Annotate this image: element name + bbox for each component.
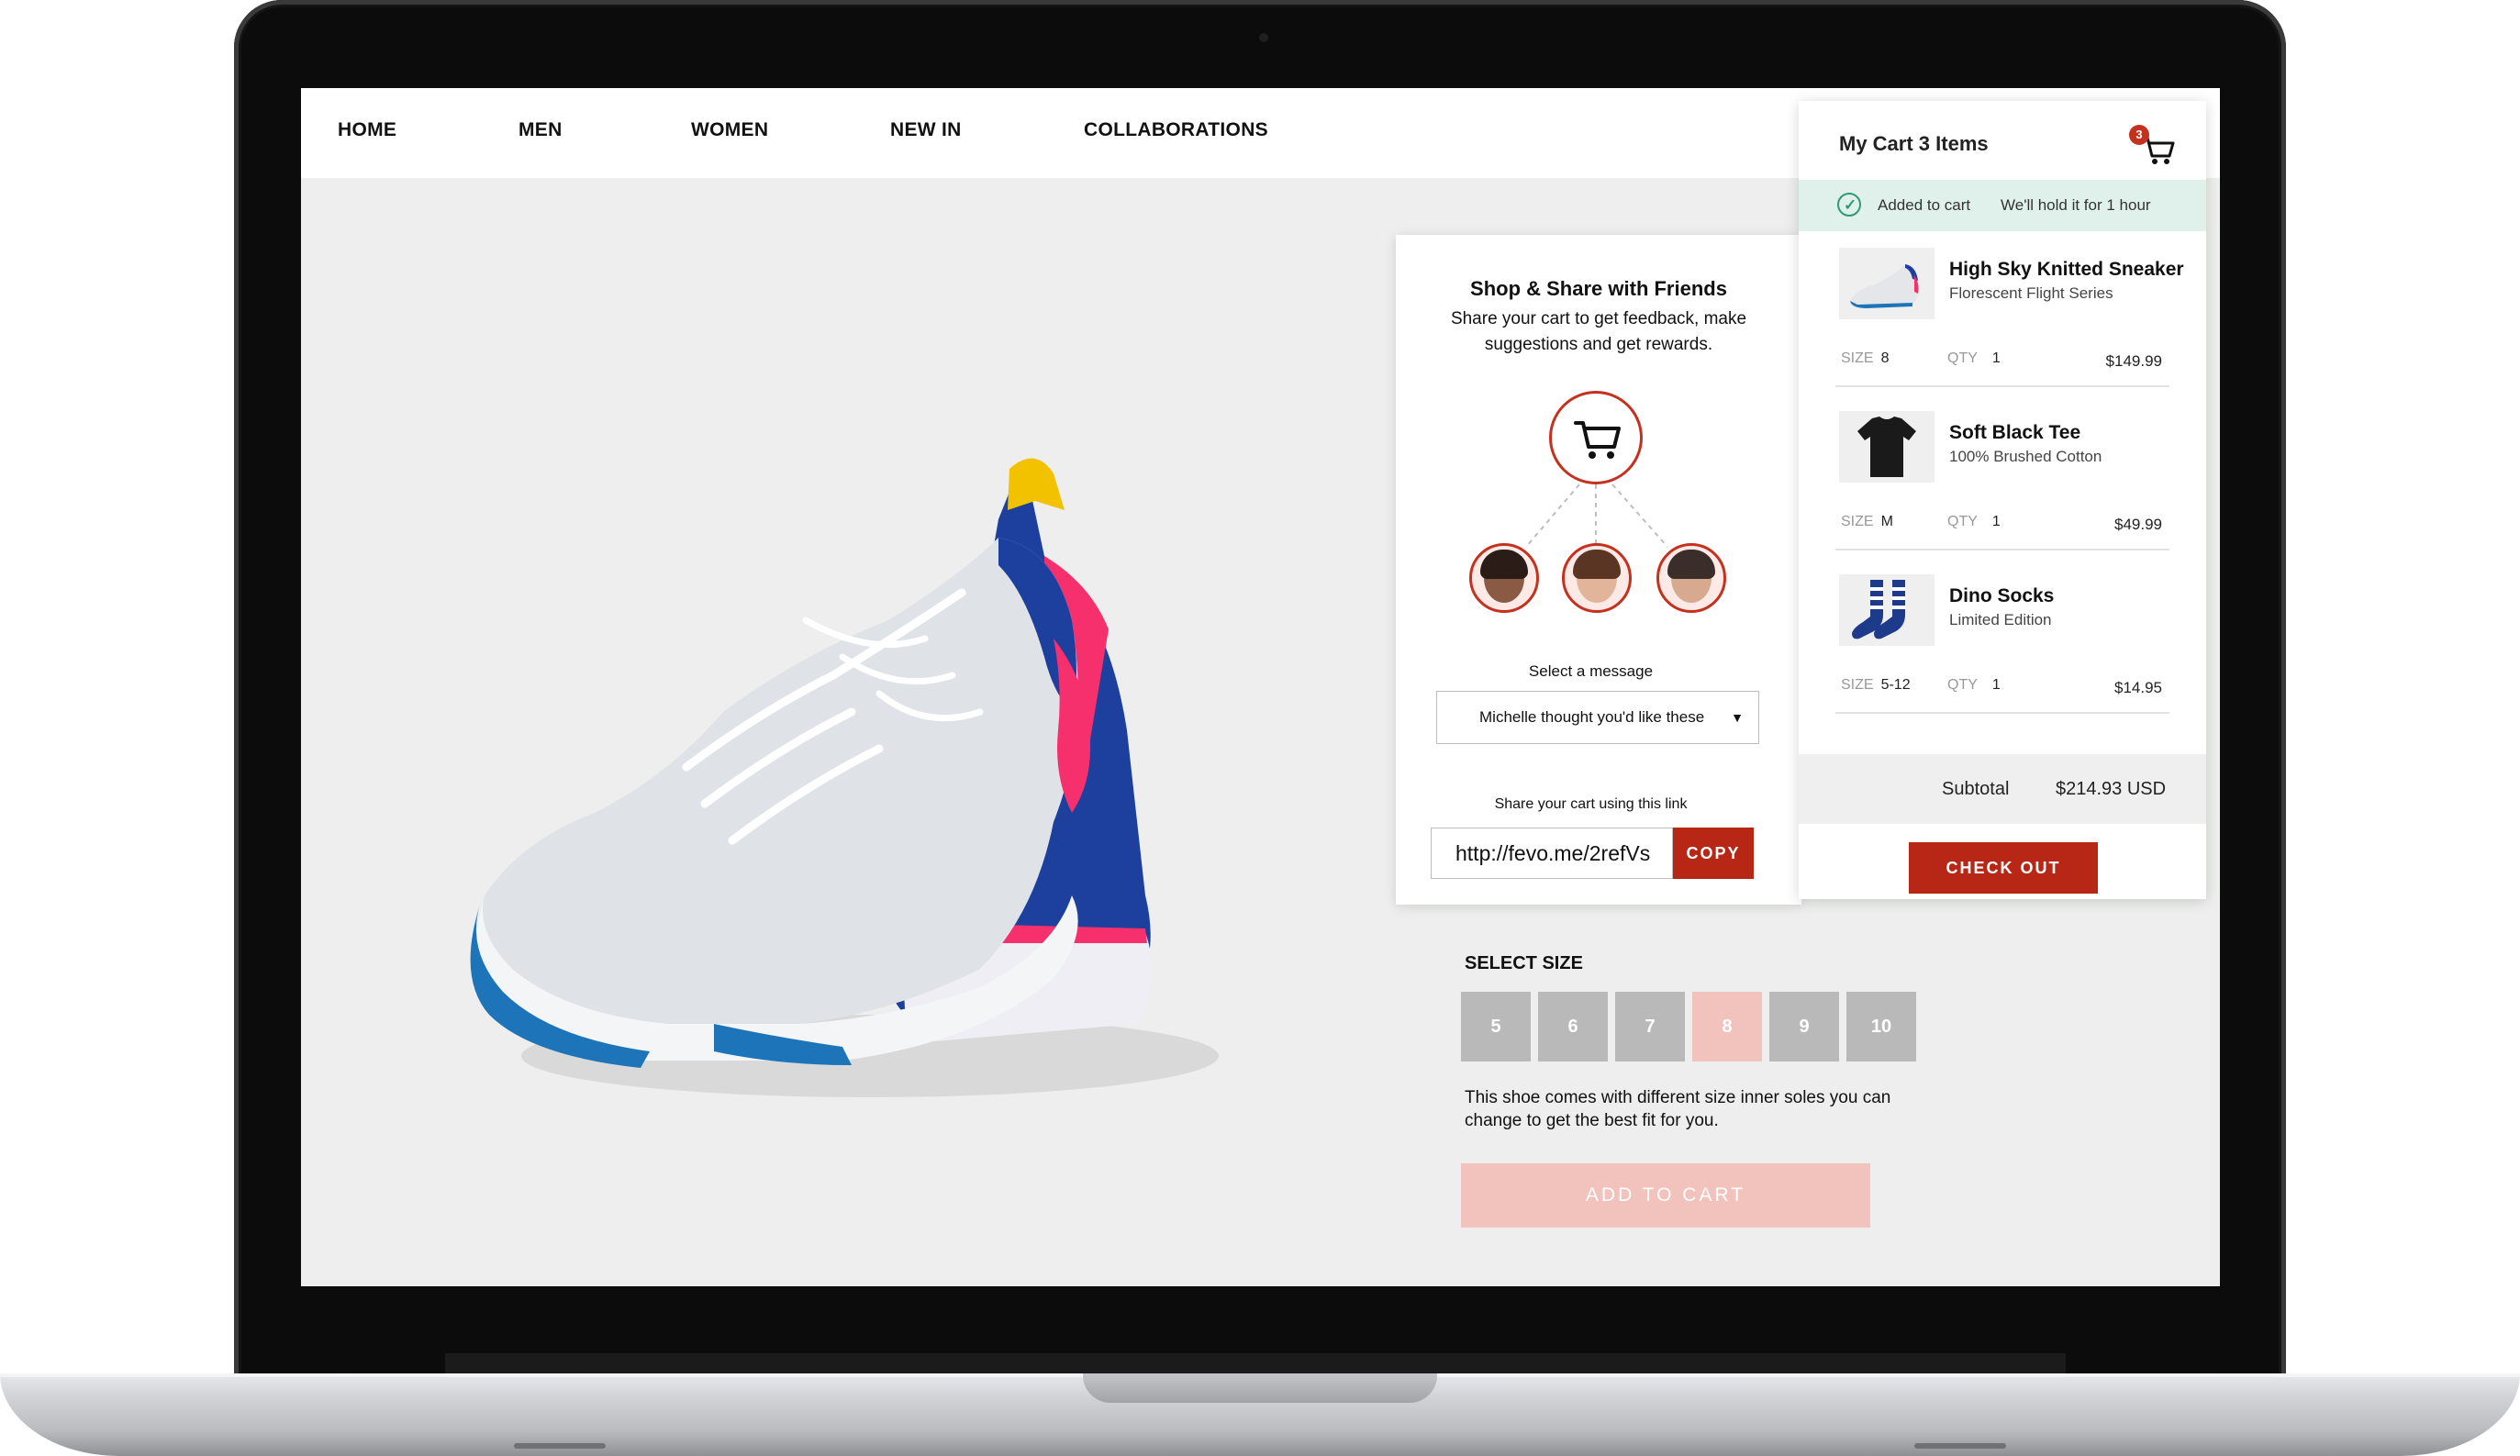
share-title: Shop & Share with Friends: [1470, 277, 1727, 300]
cart-item-name: Soft Black Tee: [1949, 422, 2081, 443]
cart-item: High Sky Knitted Sneaker Florescent Flig…: [1835, 248, 2184, 411]
sneaker-thumbnail[interactable]: [1839, 248, 1935, 319]
nav-men[interactable]: MEN: [518, 119, 563, 141]
share-link-label: Share your cart using this link: [1494, 796, 1688, 812]
cart-item-size: SIZE 5-12: [1841, 677, 1911, 693]
size-note: This shoe comes with different size inne…: [1465, 1088, 1891, 1130]
cart-item-price: $49.99: [2114, 516, 2162, 533]
cart-title: My Cart 3 Items: [1839, 132, 1989, 155]
subtotal-value: $214.93 USD: [2056, 779, 2167, 799]
chevron-down-icon: ▼: [1731, 710, 1744, 725]
cart-item-qty[interactable]: QTY 1: [1947, 350, 2001, 367]
nav-new-in[interactable]: NEW IN: [890, 119, 962, 141]
message-label: Select a message: [1528, 662, 1654, 680]
laptop-notch: [1083, 1373, 1437, 1403]
divider: [1835, 712, 2169, 714]
cart-item-name: High Sky Knitted Sneaker: [1949, 259, 2184, 280]
divider: [1835, 549, 2169, 550]
shared-cart-icon: [1549, 391, 1643, 484]
nav-home[interactable]: HOME: [338, 119, 396, 141]
laptop-hinge: [445, 1353, 2066, 1373]
camera-icon: [1259, 33, 1268, 42]
cart-item-subtitle: 100% Brushed Cotton: [1949, 448, 2102, 465]
added-to-cart-banner: ✓ Added to cart We'll hold it for 1 hour: [1799, 180, 2206, 231]
copy-link-button[interactable]: COPY: [1673, 828, 1754, 879]
browser-screen: HOME MEN WOMEN NEW IN COLLABORATIONS Sho…: [301, 88, 2220, 1286]
size-option[interactable]: 7: [1615, 992, 1685, 1061]
cart-item-size: SIZE M: [1841, 514, 1893, 529]
size-option[interactable]: 5: [1461, 992, 1531, 1061]
laptop-foot: [514, 1443, 606, 1449]
cart-item-subtitle: Florescent Flight Series: [1949, 284, 2113, 302]
cart-count-badge: 3: [2129, 125, 2149, 145]
add-to-cart-button[interactable]: ADD TO CART: [1461, 1163, 1870, 1228]
size-option[interactable]: 10: [1846, 992, 1916, 1061]
cart-panel: My Cart 3 Items 3 ✓ Added to cart We'll …: [1799, 101, 2206, 899]
nav-collaborations[interactable]: COLLABORATIONS: [1084, 119, 1268, 141]
share-link-field[interactable]: http://fevo.me/2refVs: [1431, 828, 1673, 879]
cart-icon[interactable]: 3: [2129, 125, 2175, 165]
size-option-selected[interactable]: 8: [1692, 992, 1762, 1061]
cart-item-qty[interactable]: QTY 1: [1947, 677, 2001, 694]
socks-thumbnail[interactable]: [1839, 574, 1935, 646]
laptop-foot: [1914, 1443, 2006, 1449]
size-option[interactable]: 9: [1769, 992, 1839, 1061]
cart-item-name: Dino Socks: [1949, 585, 2055, 606]
cart-item-qty[interactable]: QTY 1: [1947, 514, 2001, 530]
cart-item-price: $149.99: [2105, 352, 2162, 370]
message-selected: Michelle thought you'd like these: [1479, 708, 1705, 726]
share-description: Share your cart to get feedback, make su…: [1450, 309, 1747, 354]
cart-item: Soft Black Tee 100% Brushed Cotton SIZE M…: [1835, 411, 2169, 574]
added-to-cart-text: Added to cart: [1878, 196, 1971, 214]
checkout-button[interactable]: CHECK OUT: [1909, 842, 2098, 894]
cart-item-subtitle: Limited Edition: [1949, 611, 2052, 628]
friend-avatar[interactable]: [1469, 543, 1539, 613]
check-icon: ✓: [1837, 193, 1861, 217]
message-dropdown[interactable]: Michelle thought you'd like these ▼: [1436, 691, 1759, 744]
nav-women[interactable]: WOMEN: [691, 119, 768, 141]
friend-avatar[interactable]: [1562, 543, 1632, 613]
product-image: [411, 382, 1283, 1171]
share-panel: Shop & Share with Friends Share your car…: [1396, 235, 1801, 905]
select-size-label: SELECT SIZE: [1465, 953, 1583, 973]
hold-notice: We'll hold it for 1 hour: [2001, 196, 2151, 214]
cart-item: Dino Socks Limited Edition SIZE 5-12 QTY 1…: [1835, 574, 2169, 738]
divider: [1835, 385, 2169, 387]
size-option[interactable]: 6: [1538, 992, 1608, 1061]
subtotal-row: Subtotal $214.93 USD: [1799, 754, 2206, 824]
tshirt-thumbnail[interactable]: [1839, 411, 1935, 483]
cart-item-size: SIZE 8: [1841, 350, 1890, 366]
friend-avatar[interactable]: [1656, 543, 1726, 613]
cart-item-price: $14.95: [2114, 679, 2162, 696]
subtotal-label: Subtotal: [1942, 779, 2010, 799]
